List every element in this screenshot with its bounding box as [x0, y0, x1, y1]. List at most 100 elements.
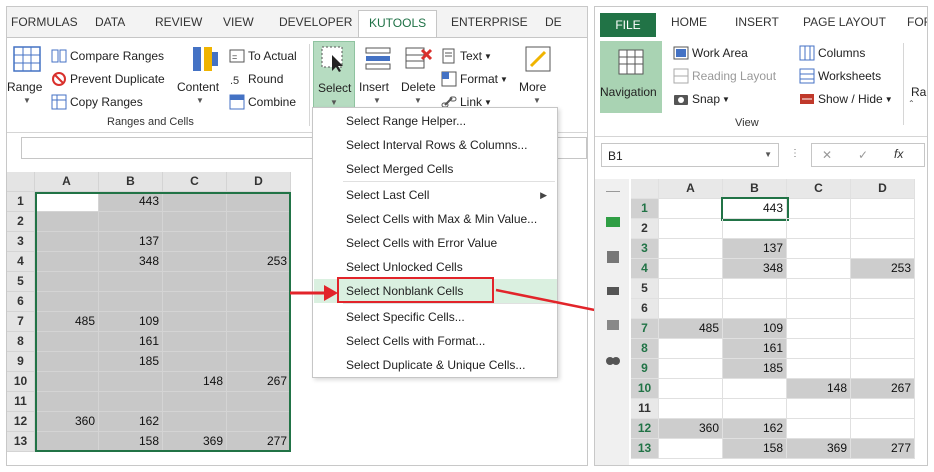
row-header-5[interactable]: 5 [7, 272, 35, 292]
cell-b6[interactable] [99, 292, 163, 312]
cell-d9[interactable] [227, 352, 291, 372]
cell-d7[interactable] [851, 319, 915, 339]
name-box[interactable]: B1 ▼ [601, 143, 779, 167]
cell-c7[interactable] [787, 319, 851, 339]
cell-d6[interactable] [851, 299, 915, 319]
cell-a11[interactable] [35, 392, 99, 412]
cell-c1[interactable] [787, 199, 851, 219]
cell-d5[interactable] [851, 279, 915, 299]
cell-d10[interactable]: 267 [851, 379, 915, 399]
content-button[interactable]: Content [177, 80, 219, 94]
tab-de[interactable]: DE [545, 15, 562, 29]
cell-c9[interactable] [163, 352, 227, 372]
layers-icon[interactable] [605, 283, 621, 299]
cell-d1[interactable] [851, 199, 915, 219]
row-header-7[interactable]: 7 [7, 312, 35, 332]
cell-a4[interactable] [35, 252, 99, 272]
cell-b13[interactable]: 158 [723, 439, 787, 459]
tab-view[interactable]: VIEW [223, 15, 254, 29]
cell-c13[interactable]: 369 [163, 432, 227, 452]
cell-d8[interactable] [227, 332, 291, 352]
cell-c6[interactable] [163, 292, 227, 312]
cell-a8[interactable] [35, 332, 99, 352]
menu-item-4[interactable]: Select Last Cell ▶ [314, 183, 557, 207]
cell-d8[interactable] [851, 339, 915, 359]
cell-b9[interactable]: 185 [723, 359, 787, 379]
cell-c4[interactable] [787, 259, 851, 279]
cell-b10[interactable] [99, 372, 163, 392]
cell-c8[interactable] [787, 339, 851, 359]
binoculars-icon[interactable] [605, 351, 621, 367]
cell-d1[interactable] [227, 192, 291, 212]
row-header-6[interactable]: 6 [631, 299, 659, 319]
select-all-corner[interactable] [631, 179, 659, 199]
cell-b9[interactable]: 185 [99, 352, 163, 372]
prevent-duplicate-button[interactable]: Prevent Duplicate [51, 71, 165, 87]
cell-c10[interactable]: 148 [163, 372, 227, 392]
tab-formulas[interactable]: FORMULAS [11, 15, 78, 29]
cancel-icon[interactable]: ✕ [822, 148, 832, 162]
column-header-c[interactable]: C [163, 172, 227, 192]
menu-item-2[interactable]: Select Interval Rows & Columns... [314, 133, 557, 157]
more-button[interactable]: More [519, 80, 546, 94]
row-header-4[interactable]: 4 [631, 259, 659, 279]
row-header-13[interactable]: 13 [631, 439, 659, 459]
row-header-2[interactable]: 2 [631, 219, 659, 239]
to-actual-button[interactable]: = To Actual [229, 48, 297, 64]
cell-a5[interactable] [659, 279, 723, 299]
menu-item-1[interactable]: Select Range Helper... [314, 109, 557, 133]
cell-b11[interactable] [723, 399, 787, 419]
tab-for[interactable]: FOR [907, 15, 927, 29]
menu-item-5[interactable]: Select Cells with Max & Min Value... [314, 207, 557, 231]
cell-b13[interactable]: 158 [99, 432, 163, 452]
row-header-1[interactable]: 1 [631, 199, 659, 219]
menu-item-6[interactable]: Select Cells with Error Value [314, 231, 557, 255]
cell-c11[interactable] [163, 392, 227, 412]
row-header-3[interactable]: 3 [631, 239, 659, 259]
round-button[interactable]: .5 Round [229, 71, 283, 87]
cell-d5[interactable] [227, 272, 291, 292]
cell-b4[interactable]: 348 [99, 252, 163, 272]
row-header-9[interactable]: 9 [631, 359, 659, 379]
tab-data[interactable]: DATA [95, 15, 125, 29]
cell-a4[interactable] [659, 259, 723, 279]
range-button[interactable]: Range [7, 80, 42, 94]
cell-b11[interactable] [99, 392, 163, 412]
cell-d11[interactable] [851, 399, 915, 419]
cell-a7[interactable]: 485 [35, 312, 99, 332]
cell-b2[interactable] [723, 219, 787, 239]
row-header-3[interactable]: 3 [7, 232, 35, 252]
cell-d11[interactable] [227, 392, 291, 412]
cell-c4[interactable] [163, 252, 227, 272]
cell-b2[interactable] [99, 212, 163, 232]
cell-a9[interactable] [659, 359, 723, 379]
cell-c2[interactable] [163, 212, 227, 232]
cell-c5[interactable] [787, 279, 851, 299]
row-header-11[interactable]: 11 [7, 392, 35, 412]
enter-icon[interactable]: ✓ [858, 148, 868, 162]
combine-button[interactable]: Combine [229, 94, 296, 110]
row-header-6[interactable]: 6 [7, 292, 35, 312]
cell-a10[interactable] [35, 372, 99, 392]
cell-a5[interactable] [35, 272, 99, 292]
cell-a1[interactable] [659, 199, 723, 219]
tab-enterprise[interactable]: ENTERPRISE [451, 15, 528, 29]
insert-button[interactable]: Insert [359, 80, 389, 94]
columns-list-icon[interactable] [605, 317, 621, 333]
cell-d2[interactable] [227, 212, 291, 232]
cell-a12[interactable]: 360 [659, 419, 723, 439]
cell-d7[interactable] [227, 312, 291, 332]
tab-review[interactable]: REVIEW [155, 15, 202, 29]
menu-item-11[interactable]: Select Duplicate & Unique Cells... [314, 353, 557, 377]
cell-a3[interactable] [659, 239, 723, 259]
cell-b5[interactable] [723, 279, 787, 299]
row-header-12[interactable]: 12 [631, 419, 659, 439]
row-header-5[interactable]: 5 [631, 279, 659, 299]
cell-a10[interactable] [659, 379, 723, 399]
cell-a3[interactable] [35, 232, 99, 252]
cell-b12[interactable]: 162 [723, 419, 787, 439]
columns-button[interactable]: Columns [799, 45, 865, 61]
row-header-1[interactable]: 1 [7, 192, 35, 212]
cell-b3[interactable]: 137 [99, 232, 163, 252]
cell-b7[interactable]: 109 [99, 312, 163, 332]
